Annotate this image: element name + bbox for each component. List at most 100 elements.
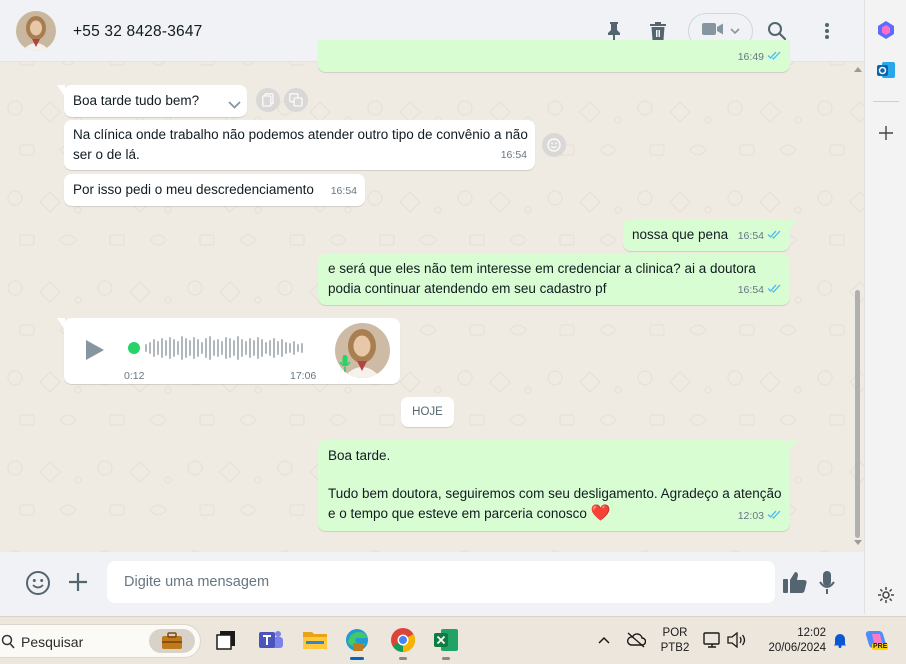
- cloud-offline-icon[interactable]: [624, 626, 648, 654]
- read-ticks-icon: [767, 47, 782, 67]
- message-text: Por isso pedi o meu descredenciamento: [73, 182, 314, 197]
- thumbs-up-icon[interactable]: [782, 570, 808, 594]
- waveform-bar: [181, 336, 183, 360]
- search-label: Pesquisar: [21, 634, 84, 650]
- message-menu-chevron-icon[interactable]: [228, 95, 241, 115]
- voice-waveform[interactable]: [144, 334, 310, 362]
- waveform-bar: [145, 344, 147, 352]
- read-ticks-icon: [767, 506, 782, 526]
- scroll-thumb[interactable]: [855, 290, 860, 538]
- browser-sidebar: [864, 0, 906, 614]
- input-language[interactable]: POR PTB2: [658, 627, 692, 654]
- message-composer: [0, 552, 864, 614]
- message-input[interactable]: [107, 561, 775, 603]
- voice-progress-dot[interactable]: [128, 342, 140, 354]
- waveform-bar: [217, 339, 219, 357]
- message-outgoing[interactable]: Boa tarde. Tudo bem doutora, seguiremos …: [318, 440, 797, 531]
- waveform-bar: [221, 341, 223, 355]
- more-vertical-icon[interactable]: [814, 18, 840, 44]
- waveform-bar: [201, 342, 203, 354]
- mic-icon[interactable]: [818, 570, 836, 596]
- clock[interactable]: 12:02 20/06/2024: [756, 627, 830, 654]
- date-divider: HOJE: [401, 397, 454, 427]
- waveform-bar: [169, 337, 171, 359]
- translate-icon[interactable]: [284, 88, 308, 112]
- chat-panel: +55 32 8428-3647 16:49 Boa tarde tudo be…: [0, 0, 864, 614]
- message-text: nossa que pena: [632, 227, 729, 242]
- waveform-bar: [261, 339, 263, 357]
- waveform-bar: [241, 339, 243, 357]
- copilot-preview-icon[interactable]: PRE: [862, 626, 890, 654]
- message-text: Na clínica onde trabalho não podemos ate…: [73, 127, 528, 162]
- notification-bell-icon[interactable]: [830, 626, 850, 654]
- waveform-bar: [281, 339, 283, 357]
- excel-icon[interactable]: [432, 626, 460, 660]
- message-outgoing[interactable]: e será que eles não tem interesse em cre…: [318, 254, 790, 305]
- waveform-bar: [149, 342, 151, 354]
- waveform-bar: [265, 342, 267, 354]
- voice-mic-icon: [339, 354, 351, 380]
- running-indicator: [350, 657, 364, 660]
- message-incoming[interactable]: Por isso pedi o meu descredenciamento 16…: [64, 174, 365, 206]
- search-icon: [1, 634, 15, 655]
- waveform-bar: [237, 336, 239, 360]
- waveform-bar: [225, 337, 227, 359]
- contact-avatar[interactable]: [16, 11, 56, 51]
- edge-browser-icon[interactable]: [343, 626, 371, 660]
- message-text: Boa tarde. Tudo bem doutora, seguiremos …: [328, 446, 783, 524]
- tray-chevron-up-icon[interactable]: [592, 626, 616, 654]
- video-icon: [701, 22, 724, 41]
- emoji-icon[interactable]: [25, 570, 51, 596]
- message-time: 16:54: [330, 185, 357, 197]
- message-time: 16:54: [500, 149, 527, 161]
- network-icon[interactable]: [700, 626, 724, 654]
- message-time: 16:54: [737, 230, 764, 242]
- taskbar-search[interactable]: Pesquisar: [0, 624, 201, 658]
- chrome-icon[interactable]: [389, 626, 417, 660]
- message-meta: 12:03: [738, 506, 782, 526]
- message-outgoing[interactable]: nossa que pena 16:54: [623, 219, 797, 251]
- copy-icon[interactable]: [256, 88, 280, 112]
- taskview-icon[interactable]: [212, 626, 240, 654]
- message-time: 12:03: [737, 510, 764, 522]
- copilot-icon[interactable]: [874, 18, 898, 42]
- bubble-tail: [57, 85, 65, 97]
- volume-icon[interactable]: [725, 626, 749, 654]
- waveform-bar: [273, 338, 275, 358]
- waveform-bar: [301, 343, 303, 353]
- running-indicator: [442, 657, 450, 660]
- settings-gear-icon[interactable]: [874, 583, 898, 607]
- waveform-bar: [233, 340, 235, 356]
- add-icon[interactable]: [874, 121, 898, 145]
- message-meta: 16:49: [738, 47, 782, 67]
- waveform-bar: [257, 337, 259, 359]
- message-time: 16:49: [737, 51, 764, 63]
- teams-icon[interactable]: [257, 626, 285, 654]
- waveform-bar: [293, 341, 295, 355]
- plus-icon[interactable]: [68, 572, 88, 592]
- contact-name[interactable]: +55 32 8428-3647: [73, 23, 202, 41]
- message-text: Boa tarde tudo bem?: [73, 93, 200, 108]
- chat-scrollbar[interactable]: [853, 62, 863, 552]
- message-outgoing[interactable]: 16:49: [318, 40, 790, 72]
- message-meta: 16:54: [738, 226, 782, 246]
- message-meta: 16:54: [501, 145, 527, 165]
- keyboard-layout: PTB2: [660, 642, 690, 654]
- waveform-bar: [285, 342, 287, 354]
- work-briefcase-icon: [149, 629, 195, 653]
- bubble-tail: [789, 440, 797, 452]
- running-indicator: [399, 657, 407, 660]
- waveform-bar: [157, 341, 159, 355]
- message-line-text: Tudo bem doutora, seguiremos com seu des…: [328, 486, 782, 521]
- react-emoji-icon[interactable]: [542, 133, 566, 157]
- play-icon[interactable]: [84, 338, 106, 368]
- waveform-bar: [297, 344, 299, 352]
- file-explorer-icon[interactable]: [301, 626, 329, 654]
- message-incoming[interactable]: Boa tarde tudo bem?: [57, 85, 247, 117]
- read-ticks-icon: [767, 226, 782, 246]
- message-incoming[interactable]: Na clínica onde trabalho não podemos ate…: [64, 120, 535, 170]
- waveform-bar: [213, 340, 215, 356]
- outlook-icon[interactable]: [874, 58, 898, 82]
- waveform-bar: [197, 339, 199, 357]
